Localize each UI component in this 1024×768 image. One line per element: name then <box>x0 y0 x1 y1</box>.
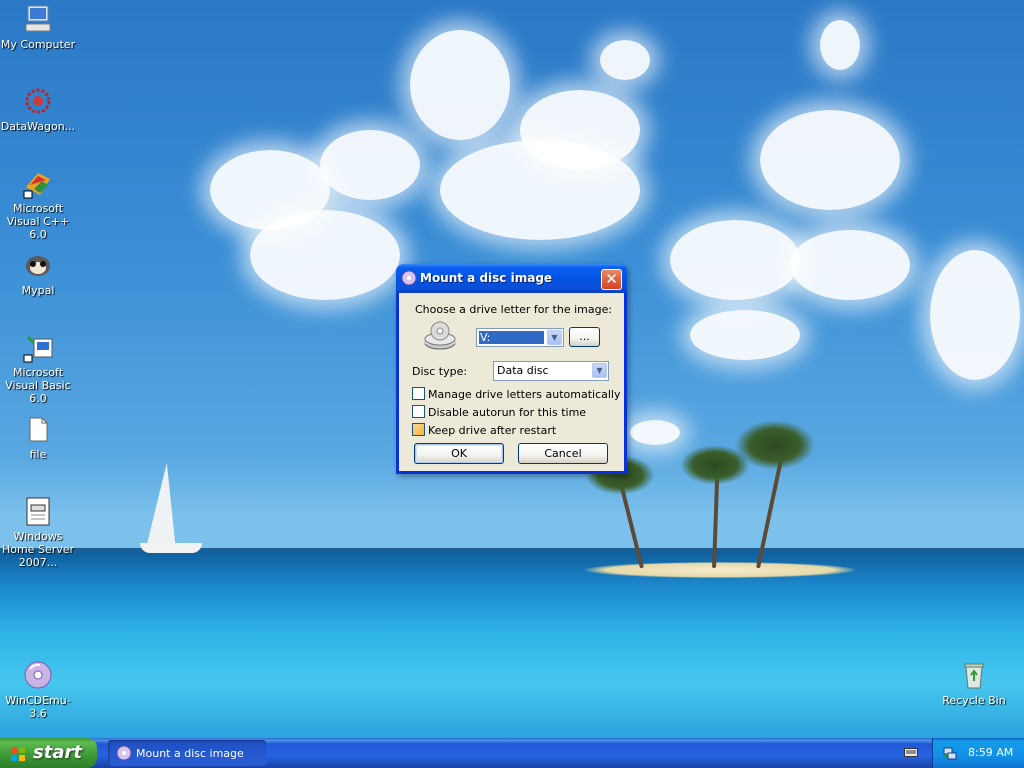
disable-autorun-label[interactable]: Disable autorun for this time <box>428 406 586 419</box>
desktop-icon-label: My Computer <box>0 38 76 51</box>
desktop[interactable]: My Computer DataWagon... Microsoft Visua… <box>0 0 1024 738</box>
drive-letter-value: V: <box>480 331 491 344</box>
disc-type-value: Data disc <box>497 364 549 377</box>
manage-drive-letters-checkbox[interactable] <box>412 387 425 400</box>
desktop-icon-label: Recycle Bin <box>942 694 1006 707</box>
desktop-icon-label: Microsoft Visual Basic 6.0 <box>5 366 71 405</box>
chevron-down-icon[interactable]: ▼ <box>547 330 562 345</box>
disc-type-label: Disc type: <box>412 365 468 378</box>
my-computer-icon <box>22 3 54 35</box>
mypal-browser-icon <box>22 249 54 281</box>
datawagon-icon <box>22 85 54 117</box>
taskbar-button-mount-disc-image[interactable]: Mount a disc image <box>108 740 266 766</box>
desktop-icon-my-computer[interactable]: My Computer <box>0 3 78 51</box>
visual-cpp-icon <box>22 167 54 199</box>
start-button[interactable]: start <box>0 738 97 768</box>
desktop-icon-label: WinCDEmu-3.6 <box>5 694 71 720</box>
drive-letter-prompt: Choose a drive letter for the image: <box>415 303 613 316</box>
desktop-icon-visual-basic[interactable]: Microsoft Visual Basic 6.0 <box>0 331 78 405</box>
dialog-title: Mount a disc image <box>420 271 553 285</box>
desktop-icon-windows-home-server[interactable]: Windows Home Server 2007... <box>0 495 78 569</box>
desktop-icon-label: file <box>29 448 47 461</box>
visual-basic-icon <box>22 331 54 363</box>
desktop-icon-mypal[interactable]: Mypal <box>0 249 78 297</box>
desktop-icon-wincdemu[interactable]: WinCDEmu-3.6 <box>0 659 78 720</box>
desktop-icon-file[interactable]: file <box>0 413 78 461</box>
close-button[interactable]: ✕ <box>601 269 622 290</box>
recycle-bin-icon <box>958 659 990 691</box>
mount-disc-image-dialog[interactable]: Mount a disc image ✕ Choose a drive lett… <box>396 264 627 474</box>
keep-drive-checkbox[interactable] <box>412 423 425 436</box>
ok-button[interactable]: OK <box>414 443 504 464</box>
disc-app-icon <box>116 745 132 761</box>
drive-letter-dropdown[interactable]: V: ▼ <box>476 328 564 347</box>
wincdemu-icon <box>22 659 54 691</box>
keyboard-icon[interactable] <box>904 746 918 758</box>
dialog-title-bar[interactable]: Mount a disc image ✕ <box>396 264 627 293</box>
keep-drive-label[interactable]: Keep drive after restart <box>428 424 556 437</box>
chevron-down-icon[interactable]: ▼ <box>592 363 607 378</box>
clock[interactable]: 8:59 AM <box>968 746 1013 759</box>
disc-type-dropdown[interactable]: Data disc ▼ <box>493 361 609 381</box>
desktop-icon-label: Mypal <box>21 284 55 297</box>
system-tray: 8:59 AM <box>932 738 1024 768</box>
cancel-button[interactable]: Cancel <box>518 443 608 464</box>
document-icon <box>22 495 54 527</box>
dialog-body: Choose a drive letter for the image: V: … <box>399 293 624 471</box>
disable-autorun-checkbox[interactable] <box>412 405 425 418</box>
desktop-icon-visual-cpp[interactable]: Microsoft Visual C++ 6.0 <box>0 167 78 241</box>
manage-drive-letters-label[interactable]: Manage drive letters automatically <box>428 388 620 401</box>
cd-drive-icon <box>423 321 457 351</box>
taskbar: start Mount a disc image 8:59 AM <box>0 738 1024 768</box>
browse-button[interactable]: ... <box>569 327 600 347</box>
windows-logo-icon <box>10 746 26 762</box>
desktop-icon-label: DataWagon... <box>0 120 76 133</box>
start-label: start <box>33 742 82 763</box>
desktop-icon-label: Microsoft Visual C++ 6.0 <box>6 202 70 241</box>
network-icon[interactable] <box>942 745 958 761</box>
disc-app-icon <box>401 270 417 289</box>
desktop-icon-datawagon[interactable]: DataWagon... <box>0 85 78 133</box>
file-icon <box>22 413 54 445</box>
desktop-icon-recycle-bin[interactable]: Recycle Bin <box>934 659 1014 707</box>
desktop-icon-label: Windows Home Server 2007... <box>1 530 75 569</box>
taskbar-button-label: Mount a disc image <box>136 747 244 760</box>
